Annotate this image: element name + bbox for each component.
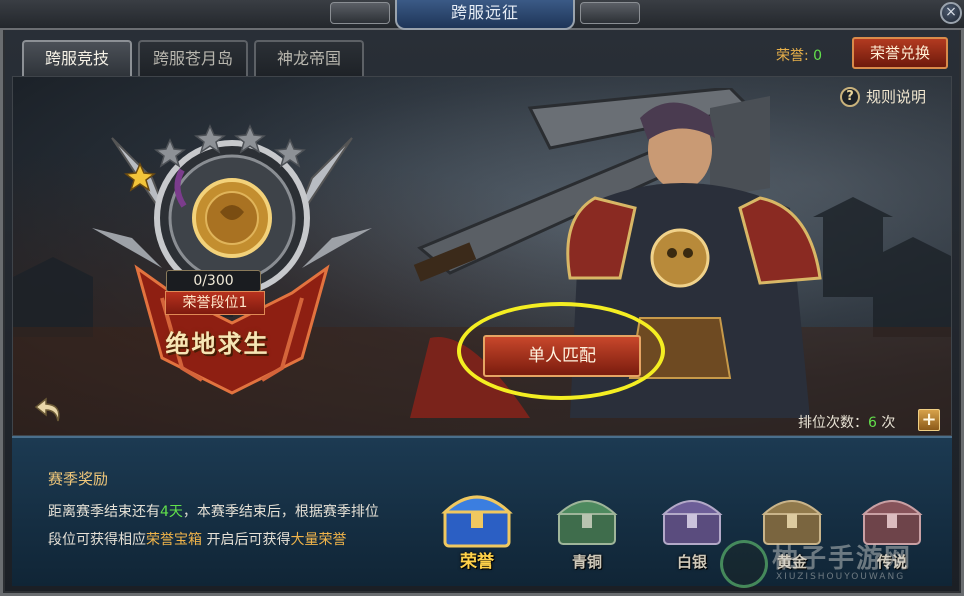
- title-bar: 跨服远征 ×: [0, 0, 964, 30]
- tab-cross-server-arena[interactable]: 跨服竞技: [22, 40, 132, 76]
- chest-name: 荣誉宝箱: [146, 532, 202, 548]
- season-description: 距离赛季结束还有4天，本赛季结束后，根据赛季排位 段位可获得相应荣誉宝箱 开启后…: [48, 498, 448, 554]
- honor-exchange-button[interactable]: 荣誉兑换: [852, 37, 948, 69]
- watermark-subtitle: XIUZISHOUYOUWANG: [776, 572, 906, 582]
- days-remaining: 4天: [160, 504, 183, 520]
- chest-honor-label: 荣誉: [460, 552, 494, 572]
- bronze-chest-icon: [556, 500, 618, 545]
- solo-match-button[interactable]: 单人匹配: [483, 335, 641, 377]
- desc-text-3: 段位可获得相应: [48, 532, 146, 548]
- chest-bronze[interactable]: 青铜: [547, 482, 627, 572]
- tab-cross-server-moon-island[interactable]: 跨服苍月岛: [138, 40, 248, 76]
- watermark: 柚子手游网 XIUZISHOUYOUWANG: [720, 538, 955, 592]
- chest-honor[interactable]: 荣誉: [437, 482, 517, 572]
- reward-name: 大量荣誉: [290, 532, 347, 548]
- season-rewards-title: 赛季奖励: [48, 470, 109, 488]
- rank-progress: 0/300: [166, 270, 261, 292]
- watermark-logo: [720, 540, 768, 588]
- title-ornament-right: [580, 2, 640, 24]
- honor-label: 荣誉:: [776, 48, 814, 64]
- honor-value: 0: [813, 48, 823, 64]
- window-title: 跨服远征: [395, 0, 575, 30]
- desc-text-2: ，本赛季结束后，根据赛季排位: [182, 504, 379, 520]
- warrior-character: [410, 88, 822, 418]
- title-ornament-left: [330, 2, 390, 24]
- rank-count-value: 6: [868, 415, 877, 431]
- close-button[interactable]: ×: [940, 2, 962, 24]
- desc-text-1: 距离赛季结束还有: [48, 504, 160, 520]
- desc-text-4: 开启后可获得: [202, 532, 291, 548]
- honor-display: 荣誉: 0: [776, 45, 822, 65]
- rank-title: 绝地求生: [165, 330, 270, 358]
- rank-tier: 荣誉段位1: [165, 291, 265, 315]
- add-rank-count-button[interactable]: +: [918, 409, 940, 431]
- back-arrow-icon[interactable]: [34, 395, 64, 425]
- tab-bar: 跨服竞技 跨服苍月岛 神龙帝国: [22, 40, 364, 76]
- rank-count-label: 排位次数：: [798, 415, 868, 431]
- rank-count: 排位次数：6 次: [798, 412, 895, 432]
- rank-count-unit: 次: [876, 415, 896, 431]
- watermark-title: 柚子手游网: [772, 544, 913, 574]
- tab-dragon-empire[interactable]: 神龙帝国: [254, 40, 364, 76]
- chest-bronze-label: 青铜: [571, 553, 602, 571]
- honor-chest-icon: [441, 495, 513, 548]
